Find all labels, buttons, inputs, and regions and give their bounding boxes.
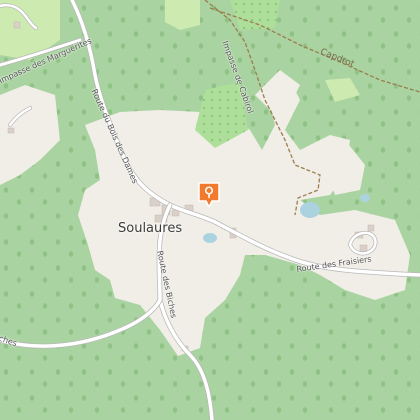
location-pin-icon[interactable] (197, 181, 221, 209)
pond-village (203, 233, 217, 243)
place-label-soulaures: Soulaures (118, 221, 183, 236)
location-pin-shape (198, 182, 220, 208)
pond-small (360, 194, 370, 202)
map-canvas[interactable]: Impasse des Marguerites Route du Bois de… (0, 0, 420, 420)
map-layers (0, 0, 420, 420)
pond-east (300, 202, 320, 218)
